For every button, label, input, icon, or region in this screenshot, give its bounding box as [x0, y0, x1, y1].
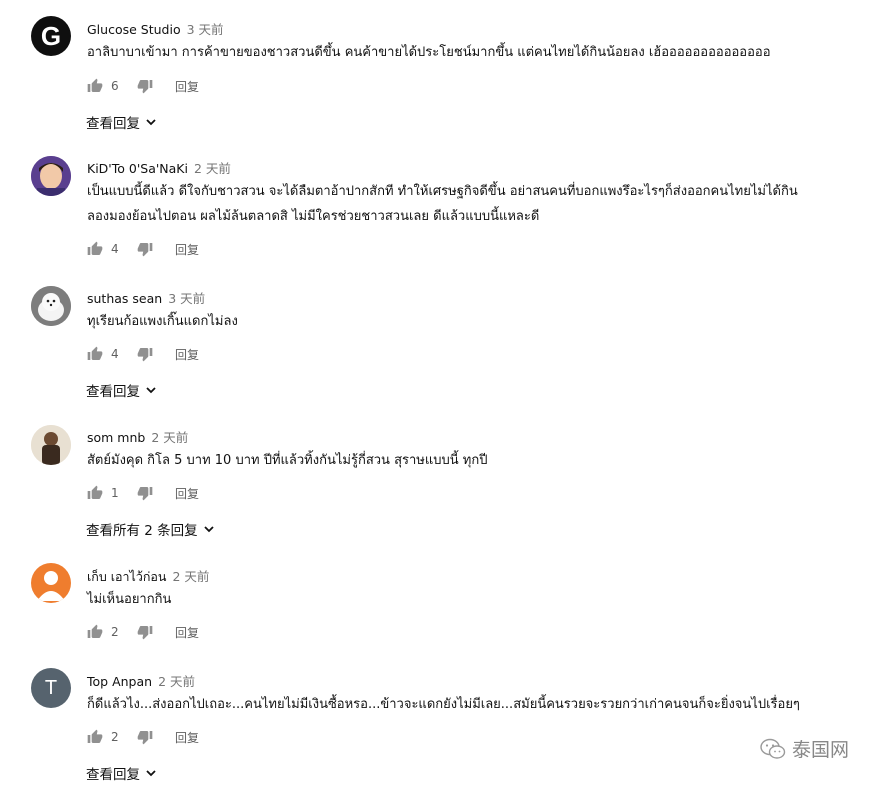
view-replies-button[interactable]: 查看回复	[86, 112, 157, 132]
chevron-down-icon	[204, 526, 214, 533]
dislike-icon[interactable]	[137, 78, 153, 94]
like-count: 4	[111, 347, 119, 361]
view-replies-label: 查看回复	[86, 116, 140, 132]
comment-text: ก็ดีแล้วไง...ส่งออกไปเถอะ...คนไทยไม่มีเง…	[87, 692, 847, 717]
like-icon[interactable]	[87, 346, 103, 362]
view-replies-label: 查看所有 2 条回复	[86, 523, 198, 539]
comment-meta: som mnb 2 天前	[87, 427, 188, 446]
comment-text: สัตย์มังคุด กิโล 5 บาท 10 บาท ปีที่แล้วท…	[87, 448, 847, 473]
avatar[interactable]: G	[31, 16, 71, 56]
view-replies-label: 查看回复	[86, 767, 140, 783]
author-name[interactable]: Glucose Studio	[87, 22, 181, 37]
view-replies-button[interactable]: 查看回复	[86, 380, 157, 400]
comment-text-line: อาลิบาบาเข้ามา การค้าขายของชาวสวนดีขึ้น …	[87, 45, 771, 60]
like-count: 4	[111, 242, 119, 256]
author-name[interactable]: เก็บ เอาไว้ก่อน	[87, 569, 166, 584]
comment-text: ไม่เห็นอยากกิน	[87, 587, 847, 612]
comment-time[interactable]: 2 天前	[151, 430, 188, 445]
comment-time[interactable]: 2 天前	[158, 674, 195, 689]
watermark: 泰国网	[760, 735, 849, 762]
comment-meta: suthas sean 3 天前	[87, 288, 205, 307]
comment-time[interactable]: 3 天前	[168, 291, 205, 306]
view-replies-button[interactable]: 查看所有 2 条回复	[86, 519, 215, 539]
avatar-letter: G	[40, 20, 62, 51]
avatar-letter: T	[44, 676, 58, 699]
dislike-icon[interactable]	[137, 624, 153, 640]
like-count: 6	[111, 79, 119, 93]
author-name[interactable]: suthas sean	[87, 291, 162, 306]
author-name[interactable]: som mnb	[87, 430, 145, 445]
comment-actions: 4 回复	[87, 345, 199, 363]
author-name[interactable]: Top Anpan	[87, 674, 152, 689]
wechat-icon	[760, 738, 786, 759]
chevron-down-icon	[146, 770, 156, 777]
reply-button[interactable]: 回复	[175, 624, 199, 641]
like-icon[interactable]	[87, 729, 103, 745]
comment-text-line: เป็นแบบนี้ดีแล้ว ดีใจกับชาวสวน จะได้ลืมต…	[87, 184, 798, 199]
reply-button[interactable]: 回复	[175, 485, 199, 502]
like-icon[interactable]	[87, 485, 103, 501]
like-icon[interactable]	[87, 624, 103, 640]
avatar-photo	[31, 286, 71, 326]
comment-time[interactable]: 2 天前	[172, 569, 209, 584]
avatar[interactable]	[31, 286, 71, 326]
comment-text-line: สัตย์มังคุด กิโล 5 บาท 10 บาท ปีที่แล้วท…	[87, 453, 488, 468]
avatar[interactable]	[31, 425, 71, 465]
dislike-icon[interactable]	[137, 485, 153, 501]
comment-text: ทุเรียนก้อแพงเกิ๊นแดกไม่ลง	[87, 309, 847, 334]
avatar-photo	[31, 156, 71, 196]
comment-actions: 2 回复	[87, 623, 199, 641]
comment-meta: Top Anpan 2 天前	[87, 671, 195, 690]
reply-button[interactable]: 回复	[175, 78, 199, 95]
view-replies-label: 查看回复	[86, 384, 140, 400]
comment-actions: 6 回复	[87, 77, 199, 95]
comment-meta: KiD'To 0'Sa'NaKi 2 天前	[87, 158, 231, 177]
avatar[interactable]: T	[31, 668, 71, 708]
avatar-photo	[31, 425, 71, 465]
comment-text: เป็นแบบนี้ดีแล้ว ดีใจกับชาวสวน จะได้ลืมต…	[87, 179, 847, 229]
view-replies-button[interactable]: 查看回复	[86, 763, 157, 783]
dislike-icon[interactable]	[137, 729, 153, 745]
reply-button[interactable]: 回复	[175, 729, 199, 746]
comment-text-line: ทุเรียนก้อแพงเกิ๊นแดกไม่ลง	[87, 314, 238, 329]
reply-button[interactable]: 回复	[175, 241, 199, 258]
like-icon[interactable]	[87, 241, 103, 257]
default-user-icon	[37, 571, 65, 601]
like-count: 2	[111, 625, 119, 639]
dislike-icon[interactable]	[137, 346, 153, 362]
comment-meta: Glucose Studio 3 天前	[87, 19, 224, 38]
like-icon[interactable]	[87, 78, 103, 94]
like-count: 2	[111, 730, 119, 744]
comment-actions: 4 回复	[87, 240, 199, 258]
watermark-text: 泰国网	[792, 739, 850, 761]
comment-text: อาลิบาบาเข้ามา การค้าขายของชาวสวนดีขึ้น …	[87, 40, 847, 65]
comment-text-line: ลองมองย้อนไปตอน ผลไม้ล้นตลาดสิ ไม่มีใครช…	[87, 209, 540, 224]
reply-button[interactable]: 回复	[175, 346, 199, 363]
comment-meta: เก็บ เอาไว้ก่อน 2 天前	[87, 566, 209, 587]
comment-actions: 2 回复	[87, 728, 199, 746]
dislike-icon[interactable]	[137, 241, 153, 257]
chevron-down-icon	[146, 119, 156, 126]
comment-time[interactable]: 2 天前	[194, 161, 231, 176]
avatar[interactable]	[31, 156, 71, 196]
comment-text-line: ก็ดีแล้วไง...ส่งออกไปเถอะ...คนไทยไม่มีเง…	[87, 697, 800, 712]
chevron-down-icon	[146, 387, 156, 394]
comment-text-line: ไม่เห็นอยากกิน	[87, 592, 172, 607]
author-name[interactable]: KiD'To 0'Sa'NaKi	[87, 161, 188, 176]
comment-actions: 1 回复	[87, 484, 199, 502]
comment-time[interactable]: 3 天前	[187, 22, 224, 37]
like-count: 1	[111, 486, 119, 500]
avatar[interactable]	[31, 563, 71, 603]
